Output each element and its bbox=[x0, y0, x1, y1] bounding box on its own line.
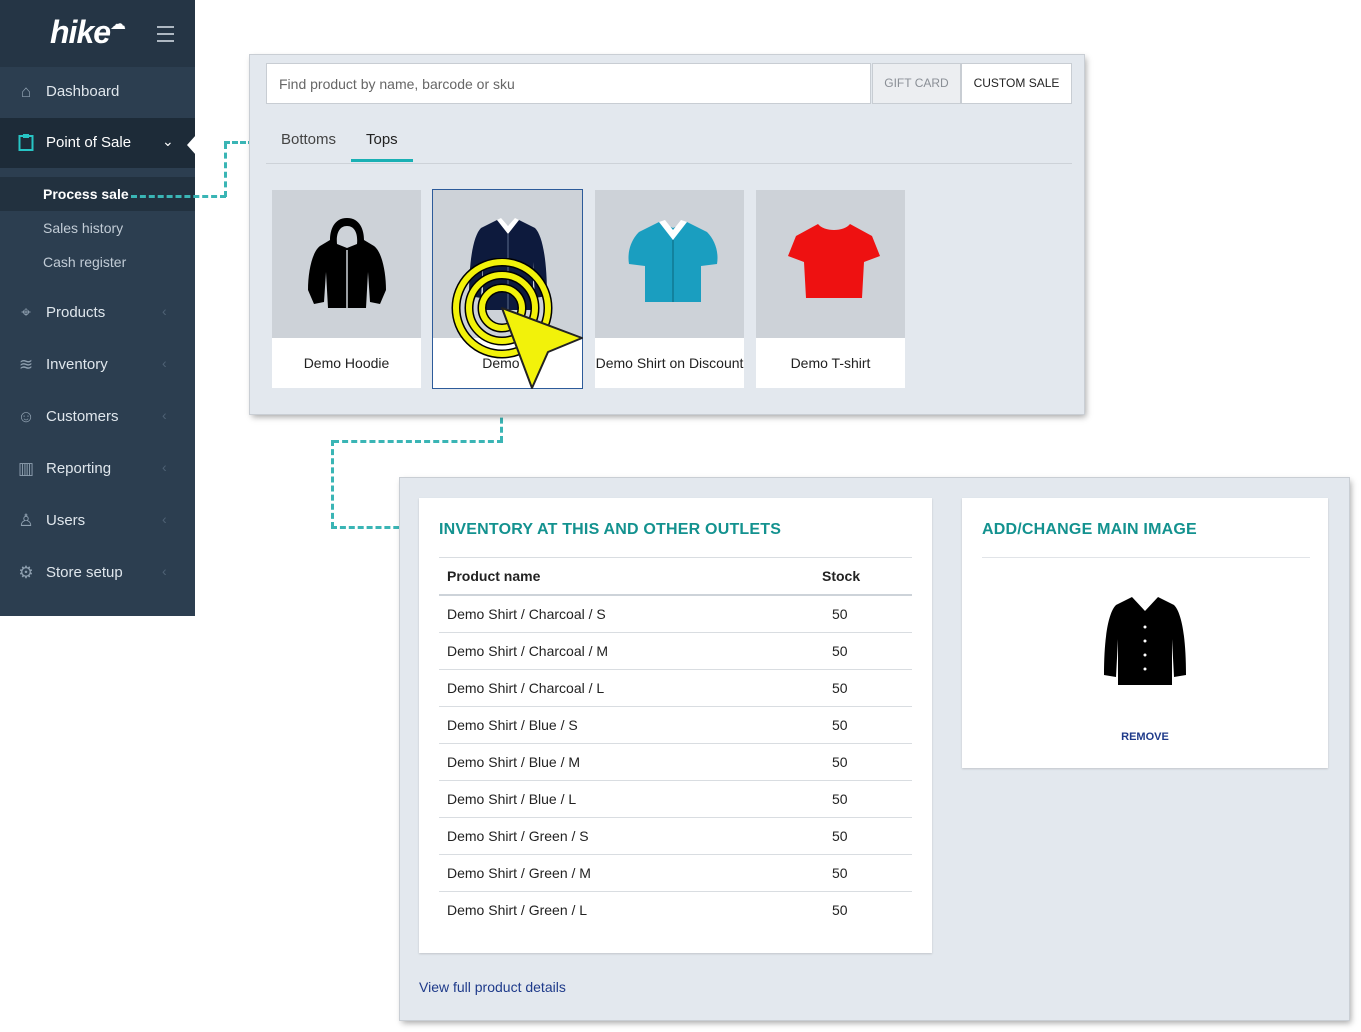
table-row: Demo Shirt / Blue / S 50 bbox=[439, 707, 912, 744]
hamburger-menu-icon[interactable] bbox=[157, 26, 174, 47]
gear-icon: ⚙ bbox=[18, 563, 34, 582]
shirt-icon bbox=[628, 220, 718, 302]
layers-icon: ≋ bbox=[18, 355, 34, 374]
table-row: Demo Shirt / Charcoal / M 50 bbox=[439, 633, 912, 670]
product-tile-demo-hoodie[interactable]: Demo Hoodie bbox=[272, 190, 421, 388]
sidebar-subitem-cash-register[interactable]: Cash register bbox=[0, 245, 195, 279]
table-row: Demo Shirt / Charcoal / L 50 bbox=[439, 670, 912, 707]
product-tile-demo-t-shirt[interactable]: Demo T-shirt bbox=[756, 190, 905, 388]
sidebar-item-products[interactable]: ⌖ Products ‹ bbox=[0, 288, 195, 338]
sidebar-subitem-process-sale[interactable]: Process sale bbox=[0, 177, 195, 211]
inventory-card: INVENTORY AT THIS AND OTHER OUTLETS Prod… bbox=[419, 498, 932, 953]
column-header-stock: Stock bbox=[822, 568, 861, 584]
tshirt-icon bbox=[788, 224, 880, 298]
product-main-image[interactable] bbox=[1102, 593, 1188, 687]
chevron-left-icon: ‹ bbox=[162, 459, 167, 475]
sidebar-item-inventory[interactable]: ≋ Inventory ‹ bbox=[0, 340, 195, 390]
customers-icon: ☺ bbox=[17, 407, 35, 426]
sidebar-item-dashboard[interactable]: ⌂ Dashboard bbox=[0, 67, 195, 117]
table-row: Demo Shirt / Green / M 50 bbox=[439, 855, 912, 892]
table-row: Demo Shirt / Blue / L 50 bbox=[439, 781, 912, 818]
main-image-card-title: ADD/CHANGE MAIN IMAGE bbox=[982, 521, 1197, 538]
table-row: Demo Shirt / Charcoal / S 50 bbox=[439, 596, 912, 633]
custom-sale-button[interactable]: CUSTOM SALE bbox=[961, 63, 1072, 104]
chevron-left-icon: ‹ bbox=[162, 511, 167, 527]
gift-card-button[interactable]: GIFT CARD bbox=[872, 63, 961, 104]
logo-bar: hike☁ bbox=[0, 0, 195, 67]
inventory-card-title: INVENTORY AT THIS AND OTHER OUTLETS bbox=[439, 521, 782, 538]
tab-tops[interactable]: Tops bbox=[366, 131, 398, 148]
main-image-card: ADD/CHANGE MAIN IMAGE REMOVE bbox=[962, 498, 1328, 768]
sidebar-subitem-sales-history[interactable]: Sales history bbox=[0, 211, 195, 245]
bar-chart-icon: ▥ bbox=[17, 459, 35, 478]
home-icon: ⌂ bbox=[20, 82, 32, 101]
product-name: Demo T-shirt bbox=[790, 354, 871, 371]
chevron-left-icon: ‹ bbox=[162, 303, 167, 319]
connector-line bbox=[131, 195, 226, 198]
hike-logo[interactable]: hike☁ bbox=[50, 14, 126, 51]
connector-line bbox=[333, 440, 503, 443]
connector-line bbox=[331, 440, 334, 528]
chevron-down-icon: ⌄ bbox=[162, 133, 174, 149]
table-row: Demo Shirt / Green / L 50 bbox=[447, 902, 848, 918]
product-detail-panel: INVENTORY AT THIS AND OTHER OUTLETS Prod… bbox=[400, 478, 1349, 1020]
pos-panel: Find product by name, barcode or sku GIF… bbox=[250, 55, 1084, 414]
chevron-left-icon: ‹ bbox=[162, 355, 167, 371]
divider bbox=[982, 557, 1310, 558]
sidebar-item-reporting[interactable]: ▥ Reporting ‹ bbox=[0, 444, 195, 494]
product-image bbox=[272, 190, 421, 338]
product-tile-demo-shirt-on-discount[interactable]: Demo Shirt on Discount bbox=[595, 190, 744, 388]
column-header-product-name: Product name bbox=[447, 568, 541, 584]
inventory-table: Product name Stock Demo Shirt / Charcoal… bbox=[439, 557, 912, 928]
remove-image-link[interactable]: REMOVE bbox=[962, 731, 1328, 743]
click-cursor-icon bbox=[451, 258, 583, 389]
product-search-input[interactable]: Find product by name, barcode or sku bbox=[266, 63, 871, 104]
product-name: Demo Shirt on Discount bbox=[595, 354, 744, 371]
chevron-left-icon: ‹ bbox=[162, 563, 167, 579]
tab-bottoms[interactable]: Bottoms bbox=[281, 131, 336, 148]
view-full-product-details-link[interactable]: View full product details bbox=[419, 979, 566, 995]
table-row: Demo Shirt / Blue / M 50 bbox=[439, 744, 912, 781]
tag-icon: ⌖ bbox=[21, 303, 31, 322]
sidebar-item-store-setup[interactable]: ⚙ Store setup ‹ bbox=[0, 548, 195, 598]
product-image bbox=[595, 190, 744, 338]
active-caret bbox=[187, 135, 196, 155]
sidebar-item-point-of-sale[interactable]: Point of Sale ⌄ bbox=[0, 118, 195, 168]
active-tab-indicator bbox=[351, 159, 413, 162]
product-name: Demo Hoodie bbox=[303, 354, 390, 371]
user-icon: ♙ bbox=[18, 511, 34, 530]
clipboard-icon bbox=[16, 133, 36, 153]
tabs-divider bbox=[266, 163, 1072, 164]
table-header-row: Product name Stock bbox=[439, 557, 912, 596]
sidebar-item-users[interactable]: ♙ Users ‹ bbox=[0, 496, 195, 546]
product-image bbox=[756, 190, 905, 338]
connector-line bbox=[224, 143, 227, 197]
table-row: Demo Shirt / Green / S 50 bbox=[439, 818, 912, 855]
hoodie-icon bbox=[308, 218, 386, 308]
sidebar: hike☁ ⌂ Dashboard Point of Sale ⌄ Proces… bbox=[0, 0, 196, 616]
chevron-left-icon: ‹ bbox=[162, 407, 167, 423]
sidebar-item-customers[interactable]: ☺ Customers ‹ bbox=[0, 392, 195, 442]
